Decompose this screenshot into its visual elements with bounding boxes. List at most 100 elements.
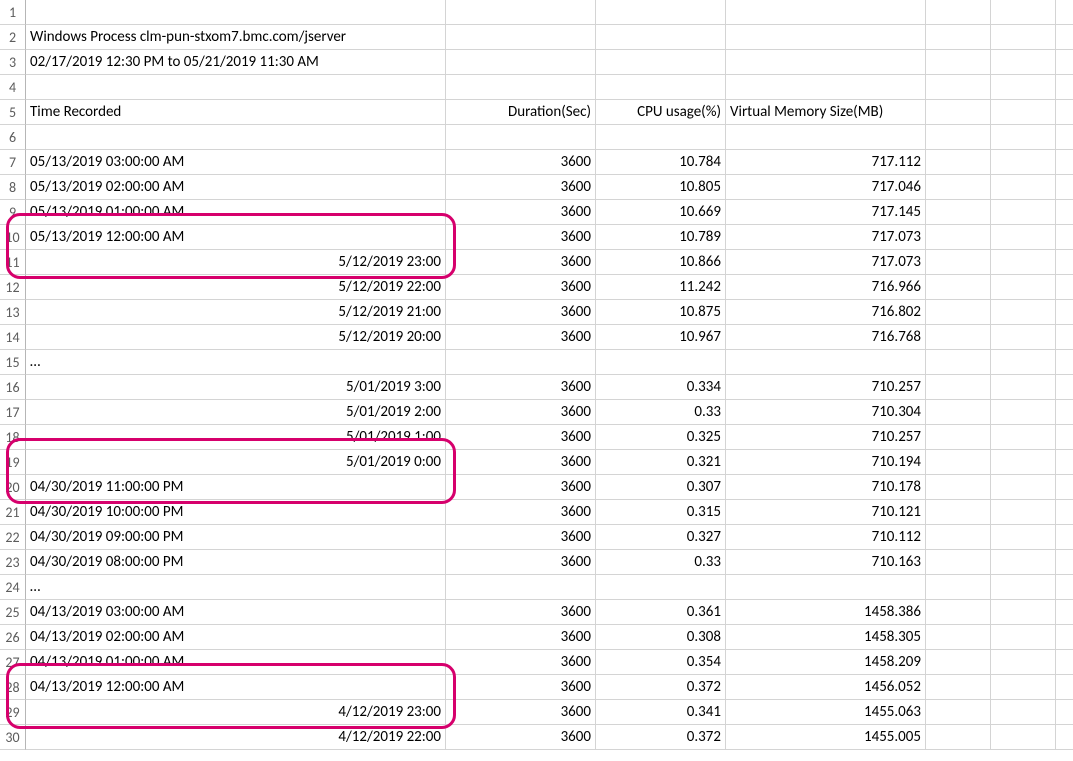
empty-cell[interactable] — [991, 325, 1056, 350]
vms-cell[interactable]: 716.802 — [726, 300, 926, 325]
cpu-cell[interactable] — [596, 0, 726, 25]
empty-cell[interactable] — [926, 250, 991, 275]
duration-cell[interactable] — [446, 25, 596, 50]
vms-cell[interactable]: 710.257 — [726, 425, 926, 450]
vms-cell[interactable]: 710.121 — [726, 500, 926, 525]
empty-cell[interactable] — [926, 425, 991, 450]
cpu-cell[interactable]: 10.784 — [596, 150, 726, 175]
ellipsis-cell[interactable]: … — [26, 575, 446, 600]
vms-cell[interactable]: 1458.209 — [726, 650, 926, 675]
empty-cell[interactable] — [991, 400, 1056, 425]
empty-cell[interactable] — [1056, 300, 1073, 325]
vms-cell[interactable]: 717.145 — [726, 200, 926, 225]
time-cell[interactable]: 5/01/2019 0:00 — [26, 450, 446, 475]
row-header[interactable]: 7 — [0, 150, 26, 175]
cpu-cell[interactable]: 11.242 — [596, 275, 726, 300]
cpu-cell[interactable]: 10.789 — [596, 225, 726, 250]
empty-cell[interactable] — [991, 500, 1056, 525]
empty-cell[interactable] — [991, 250, 1056, 275]
empty-cell[interactable] — [926, 200, 991, 225]
duration-cell[interactable] — [446, 0, 596, 25]
time-cell[interactable]: 4/12/2019 23:00 — [26, 700, 446, 725]
time-cell[interactable]: 5/12/2019 23:00 — [26, 250, 446, 275]
vms-cell[interactable]: 717.073 — [726, 225, 926, 250]
vms-cell[interactable]: 1458.305 — [726, 625, 926, 650]
duration-cell[interactable]: 3600 — [446, 150, 596, 175]
empty-cell[interactable] — [1056, 275, 1073, 300]
empty-cell[interactable] — [991, 75, 1056, 100]
duration-cell[interactable]: 3600 — [446, 225, 596, 250]
duration-cell[interactable]: 3600 — [446, 525, 596, 550]
cpu-cell[interactable] — [596, 25, 726, 50]
empty-cell[interactable] — [991, 150, 1056, 175]
row-header[interactable]: 29 — [0, 700, 26, 725]
cpu-cell[interactable]: 0.325 — [596, 425, 726, 450]
empty-cell[interactable] — [926, 450, 991, 475]
duration-cell[interactable]: 3600 — [446, 675, 596, 700]
empty-cell[interactable] — [991, 375, 1056, 400]
time-cell[interactable]: 5/12/2019 21:00 — [26, 300, 446, 325]
duration-cell[interactable]: 3600 — [446, 550, 596, 575]
empty-cell[interactable] — [991, 675, 1056, 700]
empty-cell[interactable] — [991, 25, 1056, 50]
empty-cell[interactable] — [1056, 225, 1073, 250]
empty-cell[interactable] — [26, 75, 446, 100]
ellipsis-cell[interactable]: … — [26, 350, 446, 375]
empty-cell[interactable] — [991, 0, 1056, 25]
empty-cell[interactable] — [991, 700, 1056, 725]
empty-cell[interactable] — [926, 500, 991, 525]
row-header[interactable]: 2 — [0, 25, 26, 50]
duration-cell[interactable]: 3600 — [446, 300, 596, 325]
row-header[interactable]: 9 — [0, 200, 26, 225]
duration-cell[interactable] — [446, 125, 596, 150]
empty-cell[interactable] — [926, 675, 991, 700]
empty-cell[interactable] — [991, 50, 1056, 75]
row-header[interactable]: 11 — [0, 250, 26, 275]
row-header[interactable]: 27 — [0, 650, 26, 675]
empty-cell[interactable] — [1056, 400, 1073, 425]
time-cell[interactable]: 5/01/2019 1:00 — [26, 425, 446, 450]
empty-cell[interactable] — [991, 550, 1056, 575]
empty-cell[interactable] — [1056, 450, 1073, 475]
vms-cell[interactable]: 710.163 — [726, 550, 926, 575]
vms-cell[interactable] — [726, 75, 926, 100]
empty-cell[interactable] — [991, 425, 1056, 450]
row-header[interactable]: 16 — [0, 375, 26, 400]
title-cell[interactable]: Windows Process clm-pun-stxom7.bmc.com/j… — [26, 25, 446, 50]
empty-cell[interactable] — [1056, 125, 1073, 150]
time-cell[interactable]: 05/13/2019 01:00:00 AM — [26, 200, 446, 225]
vms-cell[interactable]: 1455.005 — [726, 725, 926, 750]
time-cell[interactable]: 05/13/2019 02:00:00 AM — [26, 175, 446, 200]
empty-cell[interactable] — [1056, 425, 1073, 450]
duration-cell[interactable]: 3600 — [446, 275, 596, 300]
empty-cell[interactable] — [1056, 625, 1073, 650]
empty-cell[interactable] — [926, 600, 991, 625]
empty-cell[interactable] — [1056, 350, 1073, 375]
empty-cell[interactable] — [1056, 675, 1073, 700]
empty-cell[interactable] — [1056, 725, 1073, 750]
row-header[interactable]: 30 — [0, 725, 26, 750]
empty-cell[interactable] — [926, 575, 991, 600]
vms-cell[interactable]: 710.112 — [726, 525, 926, 550]
cpu-cell[interactable]: 0.372 — [596, 725, 726, 750]
duration-cell[interactable]: 3600 — [446, 175, 596, 200]
duration-cell[interactable] — [446, 350, 596, 375]
empty-cell[interactable] — [926, 175, 991, 200]
empty-cell[interactable] — [991, 300, 1056, 325]
row-header[interactable]: 20 — [0, 475, 26, 500]
cpu-cell[interactable]: 0.307 — [596, 475, 726, 500]
empty-cell[interactable] — [991, 350, 1056, 375]
empty-cell[interactable] — [1056, 200, 1073, 225]
empty-cell[interactable] — [1056, 50, 1073, 75]
empty-cell[interactable] — [991, 100, 1056, 125]
cpu-cell[interactable]: 0.321 — [596, 450, 726, 475]
empty-cell[interactable] — [926, 300, 991, 325]
empty-cell[interactable] — [991, 625, 1056, 650]
duration-cell[interactable]: 3600 — [446, 325, 596, 350]
time-cell[interactable]: 04/13/2019 03:00:00 AM — [26, 600, 446, 625]
empty-cell[interactable] — [991, 650, 1056, 675]
empty-cell[interactable] — [1056, 175, 1073, 200]
empty-cell[interactable] — [991, 450, 1056, 475]
row-header[interactable]: 4 — [0, 75, 26, 100]
empty-cell[interactable] — [991, 475, 1056, 500]
